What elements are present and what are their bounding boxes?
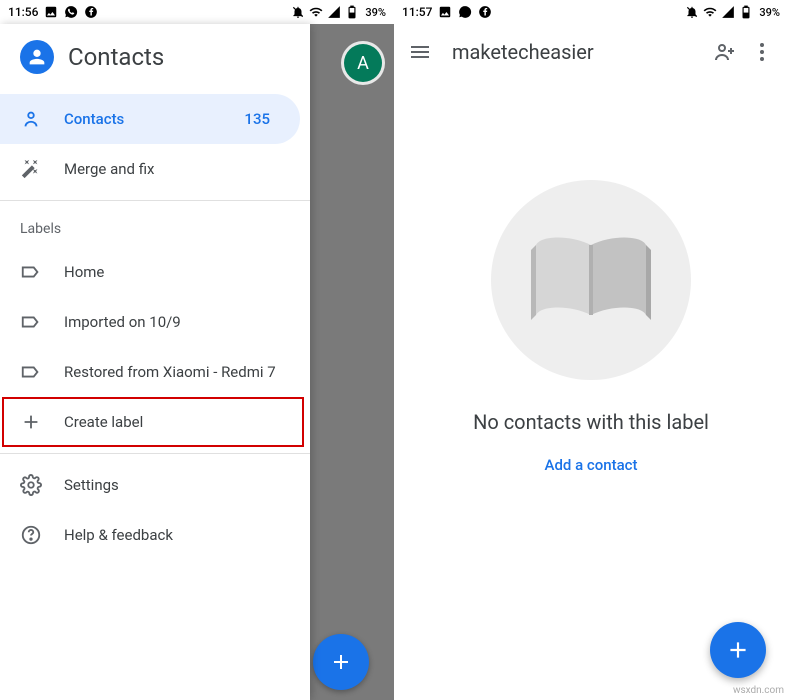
status-time: 11:57: [402, 5, 432, 19]
plus-icon: [329, 650, 353, 674]
status-time: 11:56: [8, 5, 38, 19]
person-add-icon: [712, 40, 736, 64]
labels-section-title: Labels: [0, 207, 310, 247]
drawer-label-imported[interactable]: Imported on 10/9: [0, 297, 310, 347]
battery-icon: [345, 5, 359, 19]
divider: [0, 453, 310, 454]
watermark: wsxdn.com: [733, 685, 784, 696]
empty-message: No contacts with this label: [473, 410, 709, 434]
book-icon: [526, 230, 656, 330]
gear-icon: [20, 474, 42, 496]
drawer-label-restored[interactable]: Restored from Xiaomi - Redmi 7: [0, 347, 310, 397]
signal-icon: [327, 5, 341, 19]
more-vert-icon: [750, 40, 774, 64]
notifications-off-icon: [685, 5, 699, 19]
drawer-item-contacts[interactable]: Contacts 135: [0, 94, 300, 144]
drawer-item-merge[interactable]: Merge and fix: [0, 144, 310, 194]
drawer-item-settings[interactable]: Settings: [0, 460, 310, 510]
image-icon: [438, 5, 452, 19]
label-icon: [20, 311, 42, 333]
drawer-item-count: 135: [244, 110, 280, 128]
battery-text: 39%: [759, 6, 780, 19]
label-icon: [20, 361, 42, 383]
drawer-item-label: Help & feedback: [64, 526, 290, 544]
battery-icon: [739, 5, 753, 19]
drawer-item-label: Home: [64, 263, 290, 281]
account-avatar[interactable]: A: [344, 44, 382, 82]
facebook-icon: [84, 5, 98, 19]
signal-icon: [721, 5, 735, 19]
battery-text: 39%: [365, 6, 386, 19]
toolbar-title: maketecheasier: [452, 40, 692, 64]
status-bar: 11:57 39%: [394, 0, 788, 24]
whatsapp-icon: [458, 5, 472, 19]
fab-add-contact[interactable]: [710, 622, 766, 678]
help-icon: [20, 524, 42, 546]
drawer-item-label: Contacts: [64, 110, 222, 128]
label-icon: [20, 261, 42, 283]
status-bar: 11:56 39%: [0, 0, 394, 24]
hamburger-icon: [408, 40, 432, 64]
empty-illustration-bg: [491, 180, 691, 380]
more-button[interactable]: [748, 38, 776, 66]
image-icon: [44, 5, 58, 19]
drawer-label-home[interactable]: Home: [0, 247, 310, 297]
screen-label-empty: 11:57 39% maketecheasier: [394, 0, 788, 700]
wand-icon: [20, 158, 42, 180]
add-contact-link[interactable]: Add a contact: [545, 456, 638, 474]
wifi-icon: [703, 5, 717, 19]
fab-add-behind: [313, 634, 369, 690]
divider: [0, 200, 310, 201]
drawer-item-label: Imported on 10/9: [64, 313, 290, 331]
menu-button[interactable]: [406, 38, 434, 66]
drawer-item-label: Restored from Xiaomi - Redmi 7: [64, 363, 290, 381]
drawer-item-label: Settings: [64, 476, 290, 494]
drawer-create-label[interactable]: Create label: [2, 397, 304, 447]
person-icon: [20, 108, 42, 130]
contacts-logo-icon: [20, 40, 54, 74]
drawer-item-label: Create label: [64, 413, 288, 431]
navigation-drawer: Contacts Contacts 135 Merge and fix Labe…: [0, 24, 310, 700]
add-person-button[interactable]: [710, 38, 738, 66]
plus-icon: [20, 411, 42, 433]
wifi-icon: [309, 5, 323, 19]
empty-state: No contacts with this label Add a contac…: [394, 180, 788, 474]
drawer-header: Contacts: [0, 24, 310, 94]
notifications-off-icon: [291, 5, 305, 19]
drawer-item-label: Merge and fix: [64, 160, 290, 178]
drawer-title: Contacts: [68, 43, 164, 71]
toolbar: maketecheasier: [394, 24, 788, 80]
plus-icon: [725, 637, 751, 663]
facebook-icon: [478, 5, 492, 19]
whatsapp-icon: [64, 5, 78, 19]
screen-contacts-drawer: 11:56 39% A Contacts Contacts 135: [0, 0, 394, 700]
drawer-item-help[interactable]: Help & feedback: [0, 510, 310, 560]
